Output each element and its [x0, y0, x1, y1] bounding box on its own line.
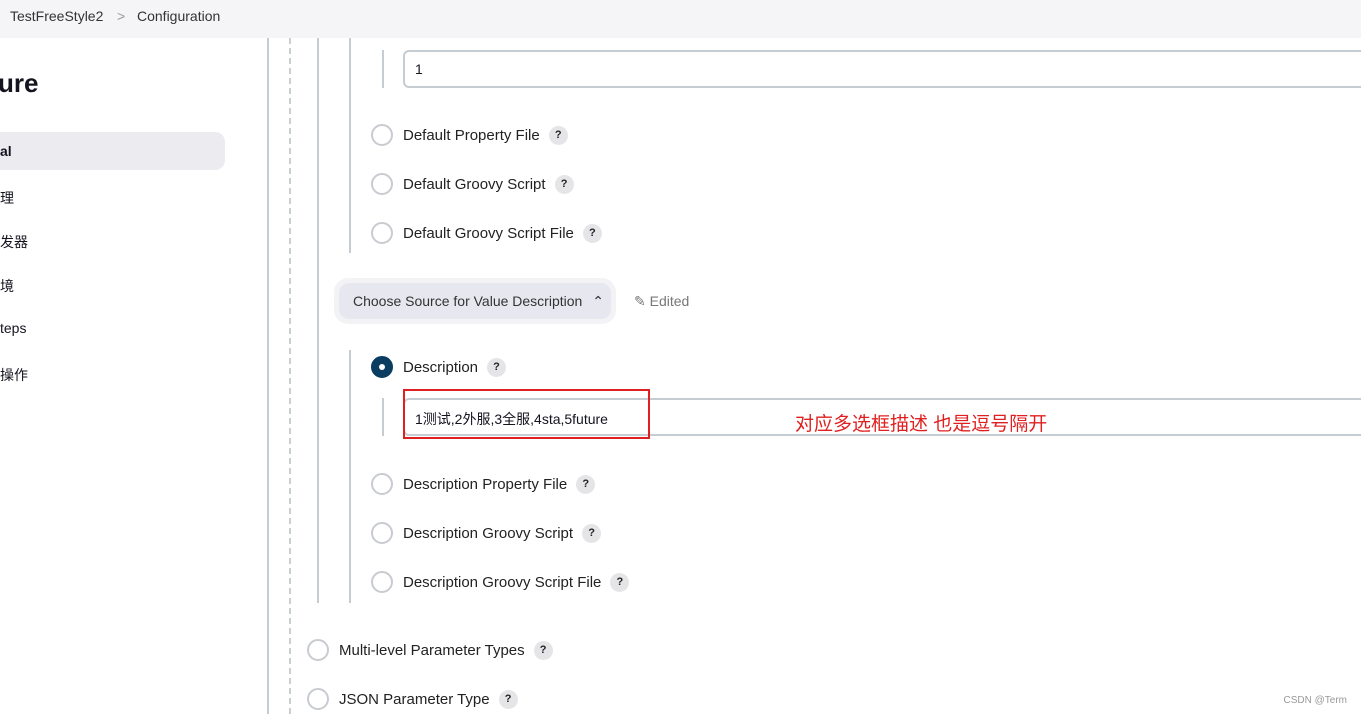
help-icon[interactable]: ? [610, 572, 630, 592]
value-input[interactable]: 1 [403, 50, 1361, 88]
sidebar-item-post-build[interactable]: 操作 [0, 354, 225, 392]
help-icon[interactable]: ? [533, 640, 553, 660]
subsection-line [349, 350, 351, 603]
breadcrumb-configuration[interactable]: Configuration [137, 8, 220, 24]
description-chooser: Choose Source for Value Description ⌃ [334, 278, 616, 324]
help-icon[interactable]: ? [582, 223, 602, 243]
option-label: Description [403, 358, 479, 376]
breadcrumb: TestFreeStyle2 > Configuration [0, 0, 1361, 38]
radio-default-groovy-script-file[interactable]: Default Groovy Script File? [371, 222, 602, 244]
radio-icon[interactable] [371, 571, 393, 593]
sidebar-divider [267, 38, 269, 714]
input-line [382, 398, 384, 436]
option-label: Description Groovy Script [403, 524, 574, 542]
page-title: ure [0, 68, 39, 98]
section-line [317, 38, 319, 603]
radio-icon[interactable] [371, 473, 393, 495]
annotation-text: 对应多选框描述 也是逗号隔开 [795, 414, 1048, 435]
radio-icon[interactable] [371, 356, 393, 378]
radio-description[interactable]: Description? [371, 356, 507, 378]
radio-icon[interactable] [371, 222, 393, 244]
pencil-icon: ✎ [634, 293, 646, 309]
choose-source-button[interactable]: Choose Source for Value Description ⌃ [339, 283, 611, 319]
option-label: Description Groovy Script File [403, 573, 602, 591]
sidebar-item-general[interactable]: al [0, 132, 225, 170]
edited-indicator: ✎ Edited [634, 293, 689, 310]
help-icon[interactable]: ? [582, 523, 602, 543]
chooser-label: Choose Source for Value Description [353, 293, 583, 309]
option-label: Default Groovy Script File [403, 224, 574, 242]
sidebar-item-triggers[interactable]: 发器 [0, 221, 225, 259]
section-dashed-line [289, 38, 291, 714]
radio-description-groovy-script-file[interactable]: Description Groovy Script File? [371, 571, 630, 593]
radio-icon[interactable] [307, 639, 329, 661]
radio-description-groovy-script[interactable]: Description Groovy Script? [371, 522, 602, 544]
radio-multi-level-parameter[interactable]: Multi-level Parameter Types? [307, 639, 553, 661]
breadcrumb-project[interactable]: TestFreeStyle2 [10, 8, 103, 24]
option-label: Multi-level Parameter Types [339, 641, 525, 659]
help-icon[interactable]: ? [487, 357, 507, 377]
radio-description-property-file[interactable]: Description Property File? [371, 473, 596, 495]
subsection-line [349, 38, 351, 253]
option-label: Default Groovy Script [403, 175, 546, 193]
option-label: Description Property File [403, 475, 568, 493]
sidebar-item-environment[interactable]: 境 [0, 265, 225, 303]
radio-icon[interactable] [371, 173, 393, 195]
breadcrumb-separator: > [117, 8, 126, 24]
edited-label: Edited [649, 293, 690, 309]
sidebar-item-source[interactable]: 理 [0, 177, 225, 215]
radio-icon[interactable] [307, 688, 329, 710]
help-icon[interactable]: ? [554, 174, 574, 194]
input-line [382, 50, 384, 88]
radio-default-groovy-script[interactable]: Default Groovy Script? [371, 173, 574, 195]
watermark: CSDN @Term [1283, 695, 1348, 706]
radio-json-parameter[interactable]: JSON Parameter Type? [307, 688, 518, 710]
radio-icon[interactable] [371, 124, 393, 146]
help-icon[interactable]: ? [548, 125, 568, 145]
option-label: Default Property File [403, 126, 540, 144]
help-icon[interactable]: ? [576, 474, 596, 494]
annotation-highlight-box [403, 389, 650, 439]
sidebar-item-build-steps[interactable]: teps [0, 309, 225, 347]
radio-icon[interactable] [371, 522, 393, 544]
help-icon[interactable]: ? [498, 689, 518, 709]
radio-default-property-file[interactable]: Default Property File? [371, 124, 568, 146]
chevron-up-icon: ⌃ [592, 293, 604, 309]
option-label: JSON Parameter Type [339, 690, 490, 708]
